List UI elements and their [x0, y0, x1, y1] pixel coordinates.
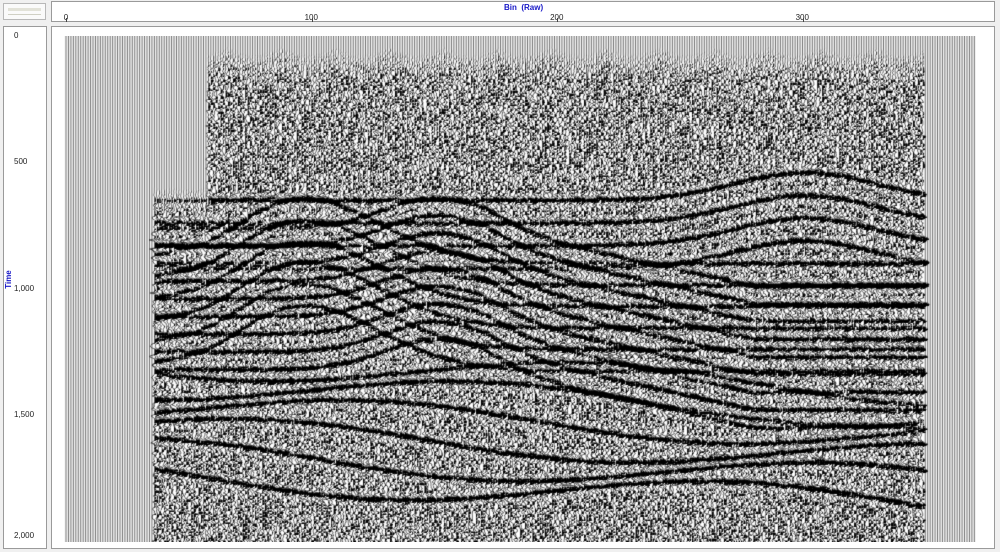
- bin-tick-mark: [311, 18, 313, 22]
- time-tick-label: 1,000: [14, 283, 35, 293]
- time-axis-title: Time: [3, 270, 13, 289]
- bin-axis-title: Bin (Raw): [504, 3, 544, 12]
- time-tick-label: 0: [14, 31, 19, 40]
- bin-tick-mark: [66, 18, 67, 22]
- seismic-section-panel[interactable]: [51, 26, 995, 549]
- bin-axis[interactable]: Bin (Raw) 0100200300: [51, 1, 995, 22]
- time-tick-label: 1,500: [14, 409, 35, 419]
- seismic-traces[interactable]: [60, 36, 982, 542]
- bin-tick-mark: [802, 18, 804, 22]
- time-axis[interactable]: Time 0 500 1,000 1,500 2,000: [3, 26, 47, 549]
- corner-panel: [3, 3, 46, 20]
- time-tick-label: 2,000: [14, 531, 35, 540]
- time-tick-label: 500: [14, 157, 28, 167]
- bin-tick-mark: [557, 18, 558, 22]
